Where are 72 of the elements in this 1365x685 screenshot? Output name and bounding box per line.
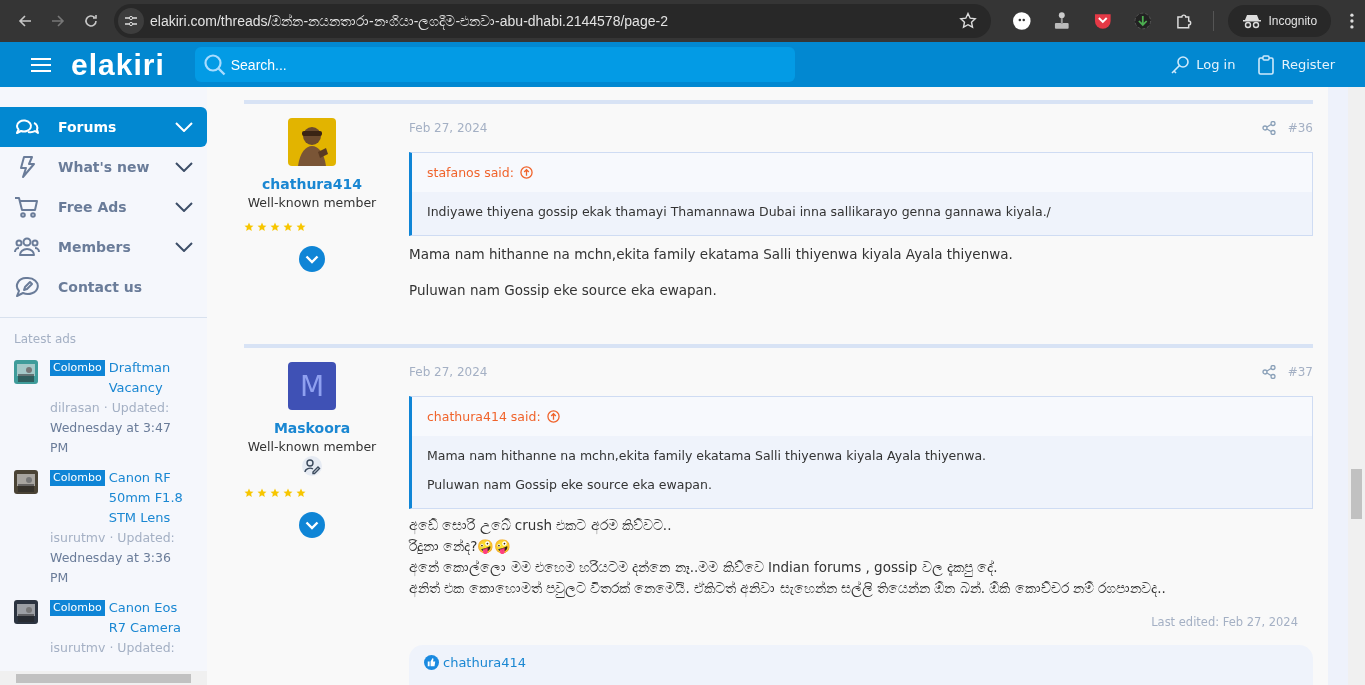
user-avatar[interactable]: M <box>288 362 336 410</box>
message-text: Mama nam hithanne na mchn,ekita family ekatama Salli thiyenwa kiyala Ayala thiyenwa. <box>409 246 1014 262</box>
menu-icon[interactable] <box>1349 12 1355 30</box>
key-icon <box>1170 54 1191 75</box>
latest-ads-heading: Latest ads <box>13 332 78 346</box>
post-number[interactable]: #37 <box>1287 365 1313 379</box>
nav-item[interactable]: Contact us <box>0 267 207 307</box>
register-link[interactable]: Register <box>1257 54 1335 75</box>
ad-title-link[interactable]: Canon RF 50mm F1.8 STM Lens <box>108 468 190 528</box>
reaction-user-link[interactable]: chathura414 <box>443 655 527 670</box>
url-text: elakiri.com/threads/ඔන්න-නයනතාරා-නංගියා-ලගදීම-එනවා-abu-dhabi.2144578/page-2 <box>150 12 669 30</box>
horizontal-scrollbar[interactable] <box>0 671 207 685</box>
thumbs-up-icon <box>424 655 439 670</box>
quote-author[interactable]: chathura414 said: <box>427 409 541 424</box>
search-icon <box>202 53 227 77</box>
message-text: Puluwan nam Gossip eke source eka ewapan. <box>409 282 718 298</box>
speech-bubble-pencil-icon <box>14 275 40 299</box>
pocket-extension-icon[interactable] <box>1092 11 1113 31</box>
user-title: Well-known member <box>247 439 377 454</box>
quote-text: Mama nam hithanne na mchn,ekita family ekatama Salli thiyenwa kiyala Ayala thiyenwa. <box>427 448 988 463</box>
share-icon[interactable] <box>1261 121 1276 135</box>
chevron-down-icon[interactable] <box>175 242 193 252</box>
message-text: අඩේ සොරි උබේ crush එකට අරම කිව්වට.. <box>409 516 673 536</box>
post-date[interactable]: Feb 27, 2024 <box>409 121 488 135</box>
username-link[interactable]: chathura414 <box>262 176 362 192</box>
login-link[interactable]: Log in <box>1170 54 1236 75</box>
address-bar[interactable]: elakiri.com/threads/ඔන්න-නයනතාරා-නංගියා-ලගදීම-එනවා-abu-dhabi.2144578/page-2 <box>114 4 991 38</box>
username-link[interactable]: Maskoora <box>273 420 351 436</box>
download-extension-icon[interactable] <box>1133 11 1153 31</box>
quote-text: Indiyawe thiyena gossip ekak thamayi Thamannawa Dubai inna sallikarayo genna gannawa kiyala./ <box>427 204 1052 219</box>
chevron-down-icon[interactable] <box>299 512 325 538</box>
site-logo[interactable]: elakiri <box>71 49 165 80</box>
chevron-down-icon[interactable] <box>299 246 325 272</box>
clipboard-icon <box>1257 54 1276 75</box>
location-tag[interactable]: Colombo <box>50 600 105 616</box>
ad-meta: isurutmv · Updated: <box>50 639 176 657</box>
site-settings-icon[interactable] <box>118 8 145 34</box>
ad-meta: dilrasan · Updated: <box>50 399 171 417</box>
ad-title-link[interactable]: Draftman Vacancy <box>108 358 190 398</box>
joystick-extension-icon[interactable] <box>1052 11 1072 31</box>
ad-title-link[interactable]: Canon Eos R7 Camera <box>108 598 190 638</box>
nav-item[interactable]: Members <box>0 227 207 267</box>
arrow-up-circle-icon[interactable] <box>546 410 560 423</box>
quote-author[interactable]: stafanos said: <box>427 165 514 180</box>
chevron-down-icon[interactable] <box>175 202 193 212</box>
vertical-scrollbar[interactable] <box>1348 87 1365 685</box>
nav-item[interactable]: What's new <box>0 147 207 187</box>
incognito-badge[interactable]: Incognito <box>1228 5 1332 37</box>
ad-updated-date: Wednesday at 3:47 PM <box>50 419 172 457</box>
user-title: Well-known member <box>247 195 377 210</box>
location-tag[interactable]: Colombo <box>50 360 105 376</box>
user-pencil-icon <box>302 456 322 476</box>
bookmark-star-icon[interactable] <box>958 12 977 30</box>
ad-updated-date: Wednesday at 3:36 PM <box>50 549 172 587</box>
cart-icon <box>14 195 40 219</box>
arrow-up-circle-icon[interactable] <box>520 166 533 179</box>
ad-meta: isurutmv · Updated: <box>50 529 176 547</box>
post-date[interactable]: Feb 27, 2024 <box>409 365 488 379</box>
nav-item[interactable]: Forums <box>0 107 207 147</box>
people-icon <box>14 235 40 259</box>
share-icon[interactable] <box>1261 365 1276 379</box>
nav-item[interactable]: Free Ads <box>0 187 207 227</box>
search-field[interactable]: Search... <box>194 47 795 82</box>
ghost-extension-icon[interactable] <box>1011 11 1032 31</box>
last-edited-note: Last edited: Feb 27, 2024 <box>1150 614 1299 629</box>
message-text: රිදුනා නේද?🤪🤪 <box>409 537 513 557</box>
location-tag[interactable]: Colombo <box>50 470 105 486</box>
message-text: අනිත් එක කොහොමත් පවුලට විතරක් නෙමෙයි. ඒකිටත් අනිවා සැහෙන්න සල්ලි තියෙන්න ඕන බන්. ඕකි කොච්චර නම් රගපානවද.. <box>409 579 1167 599</box>
quote-text: Puluwan nam Gossip eke source eka ewapan. <box>427 477 713 492</box>
message-text: අනේ කොල්ලො මම එහෙම හරියටම දන්නෙ නෑ..මම කිව්වෙ Indian forums , gossip වල දැකපු දේ. <box>409 558 999 578</box>
post-number[interactable]: #36 <box>1287 121 1313 135</box>
chevron-down-icon[interactable] <box>175 162 193 172</box>
